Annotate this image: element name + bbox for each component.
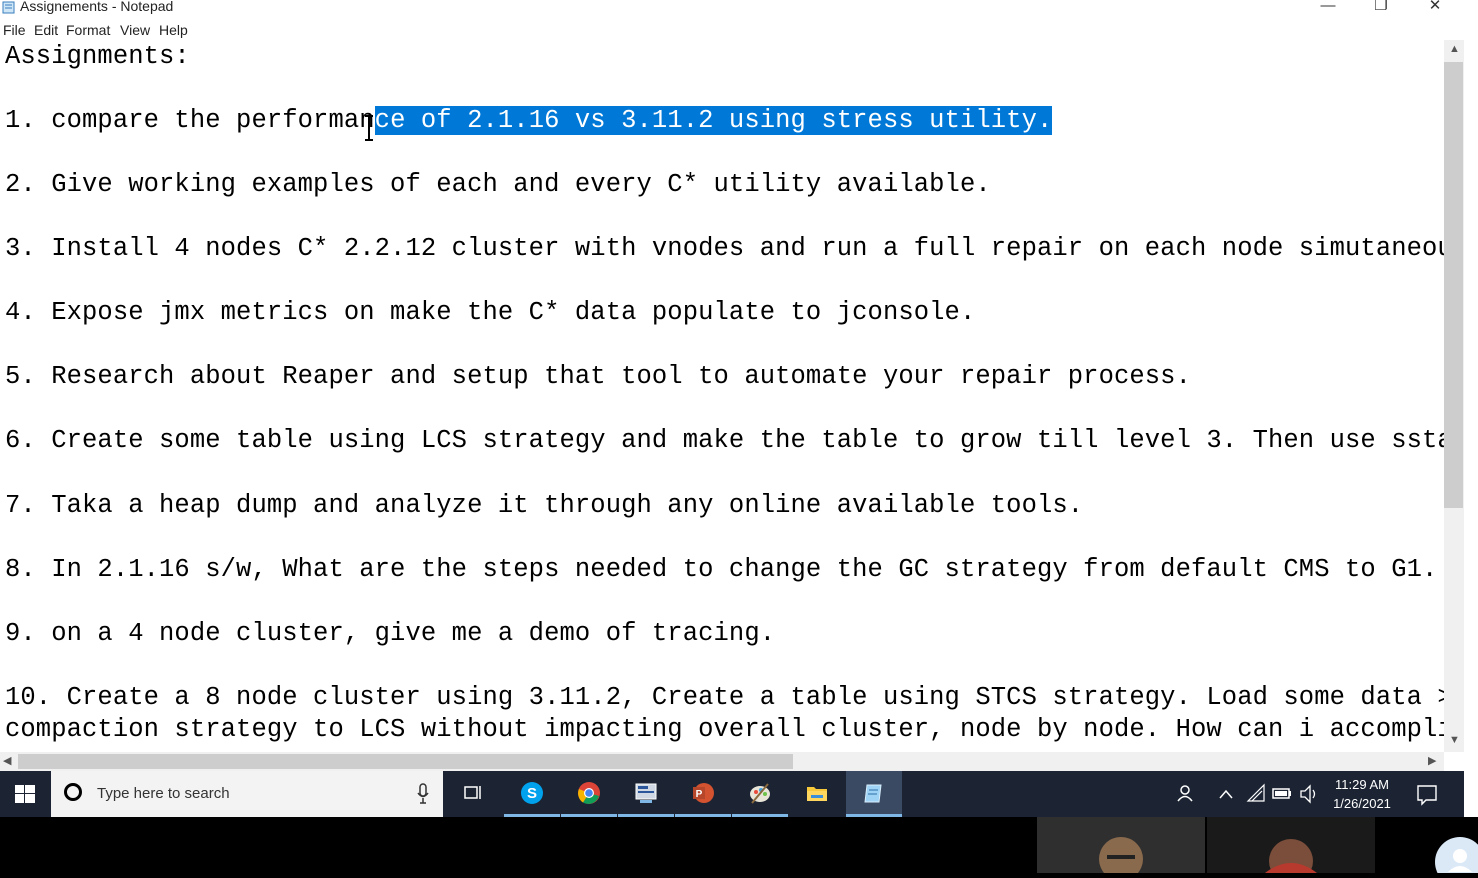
- database-tool-icon: [635, 783, 657, 803]
- participant-avatar: [1265, 839, 1317, 878]
- text-cursor-icon: [365, 115, 373, 141]
- taskbar-clock[interactable]: 11:29 AM 1/26/2021: [1323, 775, 1401, 813]
- text-selection: ce of 2.1.16 vs 3.11.2 using stress util…: [374, 106, 1053, 135]
- document-line-6: 6. Create some table using LCS strategy …: [5, 426, 1444, 455]
- powerpoint-button[interactable]: P: [675, 771, 731, 817]
- document-line-3: 3. Install 4 nodes C* 2.2.12 cluster wit…: [5, 234, 1444, 263]
- scroll-up-icon[interactable]: ▲: [1449, 43, 1460, 55]
- participant-video-tile[interactable]: [1207, 817, 1375, 878]
- svg-text:S: S: [527, 785, 537, 802]
- document-line-2: 2. Give working examples of each and eve…: [5, 170, 991, 199]
- taskbar-search[interactable]: Type here to search: [51, 771, 443, 817]
- battery-icon[interactable]: [1270, 771, 1294, 817]
- restore-button[interactable]: ❐: [1358, 0, 1404, 16]
- people-icon[interactable]: [1172, 771, 1198, 817]
- paint-button[interactable]: [732, 771, 788, 817]
- close-button[interactable]: ✕: [1412, 0, 1458, 16]
- search-placeholder: Type here to search: [97, 785, 230, 802]
- clock-time: 11:29 AM: [1335, 777, 1389, 792]
- document-line-5: 5. Research about Reaper and setup that …: [5, 362, 1191, 391]
- line-1-text: 1. compare the performan: [5, 106, 375, 135]
- vertical-scroll-thumb[interactable]: [1444, 62, 1463, 508]
- document-line-10: 10. Create a 8 node cluster using 3.11.2…: [5, 683, 1444, 712]
- notifications-icon[interactable]: [1414, 771, 1440, 817]
- user-profile-icon[interactable]: [1434, 836, 1478, 873]
- horizontal-scrollbar[interactable]: ◀ ▶: [0, 752, 1444, 771]
- notepad-taskbar-button[interactable]: [846, 771, 902, 817]
- file-explorer-button[interactable]: [789, 771, 845, 817]
- participant-avatar: [1099, 837, 1143, 878]
- document-line-9: 9. on a 4 node cluster, give me a demo o…: [5, 619, 776, 648]
- menu-view[interactable]: View: [120, 20, 150, 40]
- scroll-down-icon[interactable]: ▼: [1449, 734, 1460, 746]
- document-line-7: 7. Taka a heap dump and analyze it throu…: [5, 491, 1084, 520]
- minimize-button[interactable]: —: [1305, 0, 1351, 16]
- text-editor[interactable]: Assignments: 1. compare the performance …: [0, 40, 1444, 752]
- microphone-icon[interactable]: [416, 783, 430, 805]
- chrome-icon: [578, 782, 600, 804]
- participant-video-tile[interactable]: [1037, 817, 1205, 878]
- scroll-left-icon[interactable]: ◀: [3, 754, 11, 767]
- windows-logo-icon: [15, 785, 35, 803]
- taskbar: Type here to search S P 11:29 AM 1/26/20…: [0, 771, 1464, 817]
- title-bar[interactable]: Assignements - Notepad — ❐ ✕: [0, 0, 1464, 16]
- notepad-app-icon: [864, 784, 882, 803]
- menu-file[interactable]: File: [3, 20, 26, 40]
- show-hidden-icons-icon[interactable]: [1214, 771, 1238, 817]
- chrome-button[interactable]: [561, 771, 617, 817]
- scroll-right-icon[interactable]: ▶: [1428, 754, 1436, 767]
- volume-icon[interactable]: [1297, 771, 1321, 817]
- window-title: Assignements - Notepad: [20, 0, 174, 14]
- horizontal-scroll-thumb[interactable]: [18, 754, 793, 769]
- notepad-icon: [2, 1, 15, 14]
- document-line-1: 1. compare the performance of 2.1.16 vs …: [5, 106, 1053, 136]
- vertical-scrollbar[interactable]: ▲ ▼: [1444, 40, 1464, 752]
- document-line-8: 8. In 2.1.16 s/w, What are the steps nee…: [5, 555, 1438, 584]
- folder-icon: [807, 787, 827, 801]
- start-button[interactable]: [0, 771, 50, 817]
- clock-date: 1/26/2021: [1333, 796, 1391, 811]
- skype-button[interactable]: S: [504, 771, 560, 817]
- powerpoint-icon: P: [693, 783, 714, 803]
- svg-text:P: P: [696, 789, 703, 800]
- paint-palette-icon: [750, 783, 770, 804]
- task-view-icon: [464, 786, 481, 799]
- menu-edit[interactable]: Edit: [34, 20, 58, 40]
- sql-tool-button[interactable]: [618, 771, 674, 817]
- document-heading: Assignments:: [5, 42, 190, 71]
- menu-help[interactable]: Help: [159, 20, 188, 40]
- network-icon[interactable]: [1244, 771, 1268, 817]
- menu-format[interactable]: Format: [66, 20, 110, 40]
- cortana-icon: [64, 783, 82, 801]
- skype-icon: S: [521, 782, 543, 804]
- notepad-window: Assignements - Notepad — ❐ ✕ File Edit F…: [0, 0, 1464, 771]
- document-line-10-wrap: compaction strategy to LCS without impac…: [5, 715, 1444, 744]
- desktop-edge: [1464, 0, 1478, 817]
- task-view-button[interactable]: [445, 771, 501, 817]
- document-line-4: 4. Expose jmx metrics on make the C* dat…: [5, 298, 976, 327]
